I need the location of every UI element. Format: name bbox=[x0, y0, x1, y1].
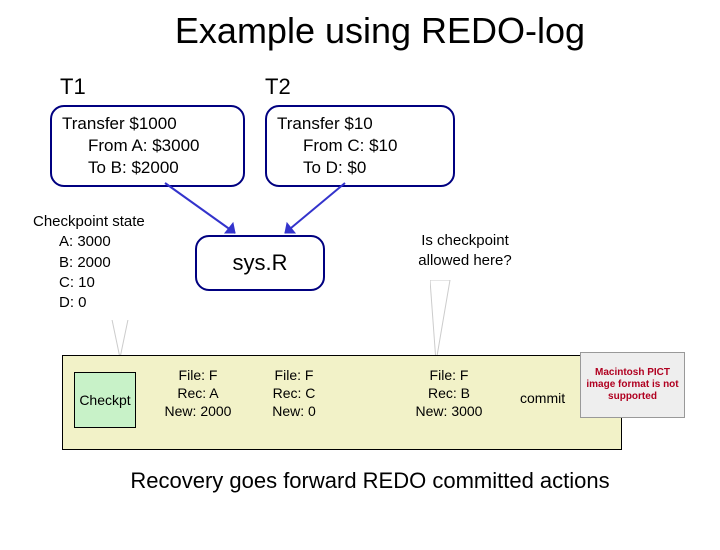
logA-rec: Rec: A bbox=[177, 385, 218, 401]
log-entry-a: File: F Rec: A New: 2000 bbox=[155, 366, 241, 421]
logA-new: New: 2000 bbox=[165, 403, 232, 419]
logB-file: File: F bbox=[430, 367, 469, 383]
logB-rec: Rec: B bbox=[428, 385, 470, 401]
t2-line3: To D: $0 bbox=[277, 157, 443, 179]
question-callout: Is checkpoint allowed here? bbox=[395, 225, 535, 278]
checkpoint-c: C: 10 bbox=[33, 273, 161, 293]
pict-placeholder: Macintosh PICT image format is not suppo… bbox=[580, 352, 685, 418]
t2-transaction-box: Transfer $10 From C: $10 To D: $0 bbox=[265, 105, 455, 187]
log-entry-b: File: F Rec: B New: 3000 bbox=[406, 366, 492, 421]
t1-line1: Transfer $1000 bbox=[62, 114, 177, 133]
log-checkpoint-box: Checkpt bbox=[74, 372, 136, 428]
footer-text: Recovery goes forward REDO committed act… bbox=[40, 468, 700, 494]
logA-file: File: F bbox=[179, 367, 218, 383]
checkpoint-state-callout: Checkpoint state A: 3000 B: 2000 C: 10 D… bbox=[22, 205, 172, 320]
logC-new: New: 0 bbox=[272, 403, 316, 419]
t2-line1: Transfer $10 bbox=[277, 114, 373, 133]
t1-label: T1 bbox=[60, 74, 86, 100]
checkpoint-a: A: 3000 bbox=[33, 232, 161, 252]
question-line1: Is checkpoint bbox=[421, 232, 509, 249]
checkpoint-d: D: 0 bbox=[33, 293, 161, 313]
logC-file: File: F bbox=[275, 367, 314, 383]
t1-transaction-box: Transfer $1000 From A: $3000 To B: $2000 bbox=[50, 105, 245, 187]
slide-title: Example using REDO-log bbox=[40, 10, 720, 52]
log-entry-c: File: F Rec: C New: 0 bbox=[258, 366, 330, 421]
t2-label: T2 bbox=[265, 74, 291, 100]
checkpoint-header: Checkpoint state bbox=[33, 213, 145, 230]
checkpoint-b: B: 2000 bbox=[33, 253, 161, 273]
t1-line3: To B: $2000 bbox=[62, 157, 233, 179]
sysr-box: sys.R bbox=[195, 235, 325, 291]
t2-line2: From C: $10 bbox=[277, 135, 443, 157]
question-line2: allowed here? bbox=[418, 252, 511, 269]
t1-line2: From A: $3000 bbox=[62, 135, 233, 157]
logB-new: New: 3000 bbox=[416, 403, 483, 419]
logC-rec: Rec: C bbox=[273, 385, 316, 401]
log-commit: commit bbox=[520, 389, 565, 407]
